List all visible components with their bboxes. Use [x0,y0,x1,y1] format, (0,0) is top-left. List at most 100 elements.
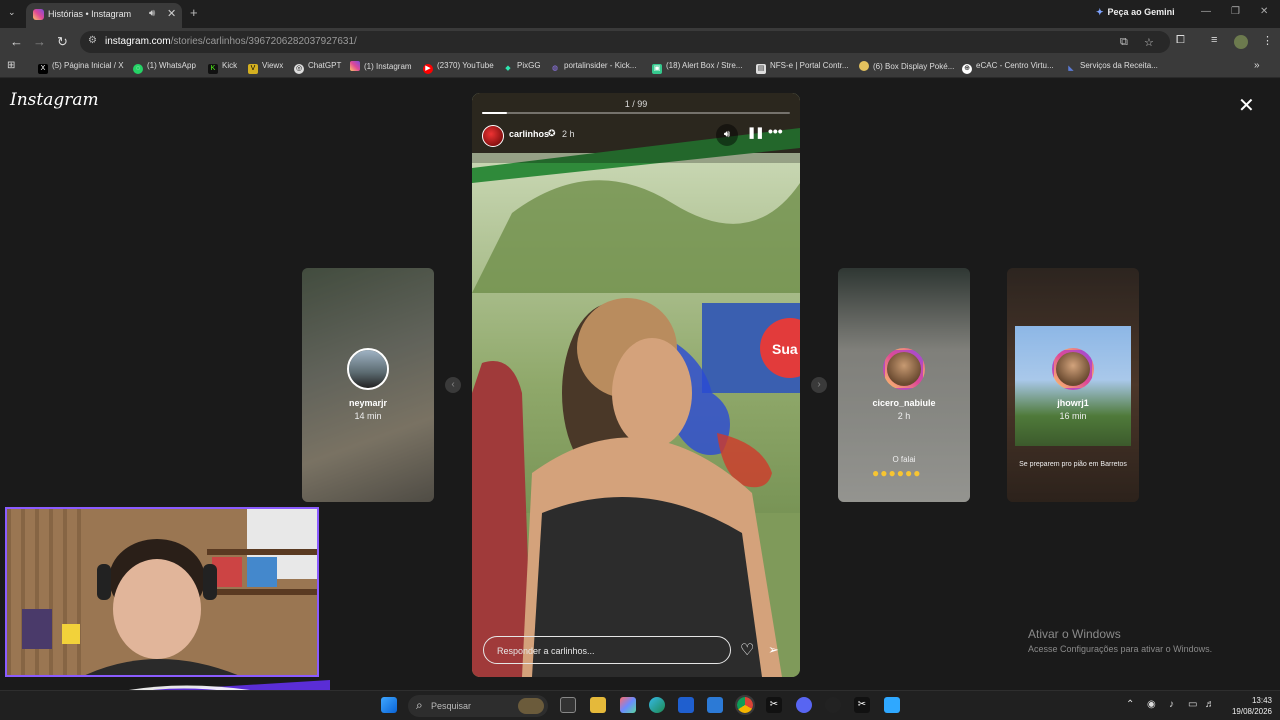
story-progress-fill [482,112,507,114]
bookmark-label: (6) Box Display Poké... [873,62,955,71]
reply-placeholder: Responder a carlinhos... [497,646,595,656]
side-story-cicero-nabiule[interactable]: cicero_nabiule 2 h O falai ●●●●●● [838,268,970,502]
bookmark-nfse[interactable]: ▤ NFS-e | Portal Contr... [756,61,849,74]
story-counter: 1 / 99 [624,99,648,109]
webcam-feed [7,509,317,675]
bookmark-instagram[interactable]: (1) Instagram [350,61,412,71]
outlook-icon[interactable] [707,697,723,713]
store-icon[interactable] [678,697,694,713]
bookmark-label: Viewx [262,61,284,70]
avatar [883,348,925,390]
side-story-time: 2 h [897,411,911,421]
profile-avatar[interactable] [1234,35,1248,49]
bookmark-label: NFS-e | Portal Contr... [770,61,849,70]
bookmark-kick[interactable]: K Kick [208,61,237,74]
bookmark-viewx[interactable]: V Viewx [248,61,283,74]
pause-icon[interactable]: ❚❚ [747,126,764,139]
side-story-username: jhowrj1 [1057,398,1089,408]
bookmark-ecac[interactable]: ⊕ eCAC - Centro Virtu... [962,61,1054,74]
bookmark-youtube[interactable]: ▶ (2370) YouTube [423,61,494,74]
menu-icon[interactable]: ⋮ [1262,34,1273,47]
more-options-icon[interactable]: ••• [768,123,783,139]
avatar-image [349,350,387,388]
tab-search-icon[interactable]: ⌄ [8,7,16,18]
bookmark-label: (2370) YouTube [437,61,494,70]
avatar [1052,348,1094,390]
bookmark-star-icon[interactable]: ☆ [1144,36,1154,49]
speaker-icon[interactable]: ♬ [1205,699,1215,710]
instagram-logo[interactable]: Instagram [10,90,99,110]
file-explorer-icon[interactable] [590,697,606,713]
story-author-username[interactable]: carlinhos [509,129,549,139]
close-stories-icon[interactable]: ✕ [1238,93,1255,118]
webcam-overlay [5,507,319,677]
obs-icon[interactable] [825,697,841,713]
volume-icon[interactable]: 🔊︎ [716,124,738,146]
reload-icon[interactable]: ↻ [57,34,68,50]
address-bar-row: ← → ↻ ⚙ instagram.com/stories/carlinhos/… [0,28,1280,56]
gemini-button[interactable]: ✦ Peça ao Gemini [1096,7,1175,18]
task-view-icon[interactable] [560,697,576,713]
app-icon[interactable] [884,697,900,713]
instagram-favicon-icon [33,9,44,20]
more-bookmarks-icon[interactable]: » [1254,60,1260,71]
chrome-icon[interactable] [735,695,755,715]
bookmark-pixgg[interactable]: ◆ PixGG [503,61,540,74]
omnibox[interactable]: ⚙ instagram.com/stories/carlinhos/396720… [80,31,1170,53]
active-tab[interactable]: Histórias • Instagram 🔊︎ ✕ [26,3,182,28]
url-text[interactable]: instagram.com/stories/carlinhos/39672062… [105,36,357,47]
story-progress-bar [482,112,790,114]
bookmark-boxdisplay[interactable]: (6) Box Display Poké... [859,61,954,71]
extensions-icon[interactable]: ⧠ [1176,34,1185,47]
discord-icon[interactable] [796,697,812,713]
like-heart-icon[interactable]: ♡ [740,640,754,660]
reply-input[interactable]: Responder a carlinhos... [483,636,731,664]
apps-grid-icon[interactable]: ⊞ [7,60,15,71]
tray-app-icon[interactable]: ◉ [1147,699,1156,710]
new-tab-icon[interactable]: + [190,5,198,20]
windows-start-icon[interactable] [381,697,397,713]
tray-chevron-icon[interactable]: ⌃ [1126,699,1134,710]
edge-icon[interactable] [649,697,665,713]
clock-date: 19/08/2026 [1231,707,1272,716]
story-author-avatar[interactable] [482,125,504,147]
taskbar-clock[interactable]: 13:43 19/08/2026 [1226,695,1272,717]
bookmark-label: (1) Instagram [364,62,412,71]
taskbar-search[interactable]: ⌕ Pesquisar [408,695,548,717]
window-close-icon[interactable]: ✕ [1260,6,1268,17]
copilot-icon[interactable] [620,697,636,713]
previous-story-icon[interactable]: ‹ [445,377,461,393]
bookmark-label: Serviços da Receita... [1080,61,1158,70]
bookmark-alertbox[interactable]: ▣ (18) Alert Box / Stre... [652,61,742,74]
side-story-username: cicero_nabiule [872,398,936,408]
tab-title: Histórias • Instagram [48,9,132,19]
next-story-icon[interactable]: › [811,377,827,393]
bookmark-whatsapp[interactable]: ◌ (1) WhatsApp [133,61,196,74]
bookmark-x[interactable]: X (5) Página Inicial / X [38,61,124,74]
media-controls-icon[interactable]: ≡ [1211,34,1217,46]
minimize-icon[interactable]: — [1201,6,1211,17]
bookmark-label: Kick [222,61,238,70]
bookmark-receita[interactable]: ◣ Serviços da Receita... [1066,61,1158,74]
tab-audio-icon[interactable]: 🔊︎ [149,8,155,19]
browser-tab-strip: ⌄ Histórias • Instagram 🔊︎ ✕ + ✦ Peça ao … [0,0,1280,28]
install-app-icon[interactable]: ⧉ [1120,36,1128,49]
bookmark-label: (5) Página Inicial / X [52,61,124,70]
back-icon[interactable]: ← [10,34,23,49]
microphone-icon[interactable]: ♪ [1169,699,1174,710]
capcut-icon[interactable]: ✂ [766,697,782,713]
site-info-icon[interactable]: ⚙ [88,35,97,46]
send-icon[interactable]: ➢ [768,642,779,658]
tab-close-icon[interactable]: ✕ [167,7,176,20]
bookmark-portalinsider[interactable]: ◍ portalinsider - Kick... [550,61,637,74]
active-story[interactable]: 1 / 99 carlinhos ✪ 2 h 🔊︎ ❚❚ ••• Sua Res… [472,93,800,677]
network-icon[interactable]: ▭ [1188,699,1197,710]
bookmark-chatgpt[interactable]: ◎ ChatGPT [294,61,341,74]
side-story-jhowrj1[interactable]: jhowrj1 16 min Se preparem pro pião em B… [1007,268,1139,502]
forward-icon[interactable]: → [33,34,46,49]
side-story-neymarjr[interactable]: neymarjr 14 min [302,268,434,502]
gemini-label: Peça ao Gemini [1107,7,1175,17]
restore-icon[interactable]: ❐ [1231,6,1240,17]
side-story-time: 16 min [1059,411,1087,421]
capcut-alt-icon[interactable]: ✂ [854,697,870,713]
